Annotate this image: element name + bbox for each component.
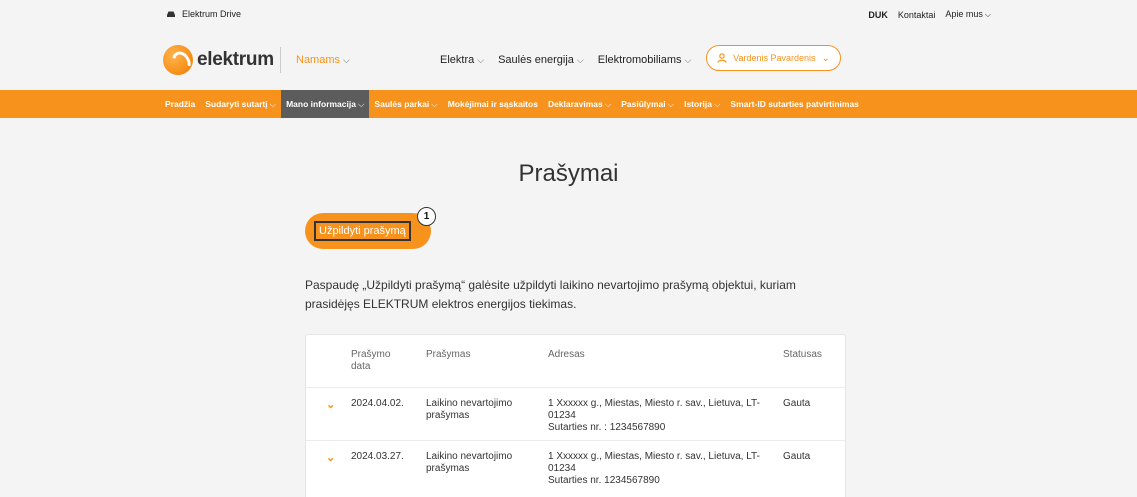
nav-pradzia[interactable]: Pradžia bbox=[160, 90, 200, 118]
row-request: Laikino nevartojimo prašymas bbox=[426, 451, 513, 474]
nav-mokejimai-label: Mokėjimai ir sąskaitos bbox=[447, 99, 538, 109]
row-address-text: 1 Xxxxxx g., Miestas, Miesto r. sav., Li… bbox=[548, 398, 760, 421]
fill-request-button[interactable]: Užpildyti prašymą bbox=[305, 213, 431, 249]
chevron-down-icon: ⌵ bbox=[667, 99, 675, 109]
expand-chevron-icon[interactable]: ⌄ bbox=[326, 451, 336, 464]
nav-mano-informacija[interactable]: Mano informacija ⌵ bbox=[281, 90, 370, 118]
apie-mus-label: Apie mus bbox=[945, 9, 983, 19]
row-address-text: 1 Xxxxxx g., Miestas, Miesto r. sav., Li… bbox=[548, 451, 760, 474]
chevron-down-icon: ⌵ bbox=[576, 55, 584, 65]
nav-saules-parkai[interactable]: Saulės parkai ⌵ bbox=[369, 90, 442, 118]
chevron-down-icon: ⌵ bbox=[604, 99, 612, 109]
nav-deklaravimas[interactable]: Deklaravimas ⌵ bbox=[543, 90, 616, 118]
elektrum-logo-icon bbox=[163, 45, 193, 75]
header-address: Adresas bbox=[548, 349, 585, 360]
table-row[interactable]: ⌄ 2024.03.27. Laikino nevartojimo prašym… bbox=[306, 440, 845, 492]
nav-elektromobiliams-label: Elektromobiliams bbox=[597, 54, 682, 66]
row-status: Gauta bbox=[783, 398, 811, 409]
nav-elektromobiliams[interactable]: Elektromobiliams ⌵ bbox=[598, 54, 692, 66]
user-name: Vardenis Pavardenis bbox=[733, 53, 816, 63]
logo-text: elektrum bbox=[197, 49, 274, 70]
row-address: 1 Xxxxxx g., Miestas, Miesto r. sav., Li… bbox=[548, 451, 768, 487]
row-date: 2024.03.27. bbox=[351, 451, 404, 462]
row-contract: Sutarties nr. 1234567890 bbox=[548, 475, 660, 486]
row-address: 1 Xxxxxx g., Miestas, Miesto r. sav., Li… bbox=[548, 398, 768, 434]
chevron-down-icon: ⌵ bbox=[684, 55, 692, 65]
user-icon bbox=[717, 53, 727, 63]
chevron-down-icon: ⌵ bbox=[343, 55, 350, 65]
chevron-down-icon: ⌵ bbox=[477, 55, 485, 65]
row-request: Laikino nevartojimo prašymas bbox=[426, 398, 513, 421]
main-nav: Elektra ⌵ Saulės energija ⌵ Elektromobilia… bbox=[440, 54, 691, 66]
kontaktai-link[interactable]: Kontaktai bbox=[898, 10, 936, 20]
row-status: Gauta bbox=[783, 451, 811, 462]
header-status: Statusas bbox=[783, 349, 822, 360]
main-header: elektrum Namams ⌵ Elektra ⌵ Saulės energij… bbox=[0, 28, 1137, 90]
utility-bar: Elektrum Drive DUK Kontaktai Apie mus ⌵ bbox=[0, 0, 1137, 28]
chevron-down-icon: ⌵ bbox=[984, 10, 991, 19]
car-icon bbox=[167, 11, 175, 17]
nav-saules-parkai-label: Saulės parkai bbox=[374, 99, 430, 109]
apie-mus-link[interactable]: Apie mus ⌵ bbox=[945, 9, 991, 20]
elektrum-drive-label: Elektrum Drive bbox=[182, 9, 242, 19]
account-nav: Pradžia Sudaryti sutartį ⌵ Mano informaci… bbox=[0, 90, 1137, 118]
elektrum-drive-link[interactable]: Elektrum Drive bbox=[166, 9, 241, 19]
description-text: Paspaudę „Užpildyti prašymą“ galėsite už… bbox=[305, 278, 796, 311]
chevron-down-icon: ⌵ bbox=[431, 99, 438, 109]
step-badge: 1 bbox=[417, 207, 436, 226]
nav-sudaryti-sutarti-label: Sudaryti sutartį bbox=[205, 99, 268, 109]
fill-request-label: Užpildyti prašymą bbox=[314, 221, 411, 241]
nav-istorija-label: Istorija bbox=[684, 99, 712, 109]
nav-istorija[interactable]: Istorija ⌵ bbox=[679, 90, 725, 118]
header-divider bbox=[280, 47, 281, 73]
nav-elektra[interactable]: Elektra ⌵ bbox=[440, 54, 484, 66]
nav-mano-informacija-label: Mano informacija bbox=[286, 99, 356, 109]
nav-smart-id-label: Smart-ID sutarties patvirtinimas bbox=[730, 99, 859, 109]
nav-saules-energija-label: Saulės energija bbox=[498, 54, 574, 66]
table-row[interactable]: ⌄ 2024.04.02. Laikino nevartojimo prašym… bbox=[306, 387, 845, 439]
elektrum-logo[interactable]: elektrum bbox=[163, 45, 274, 75]
nav-smart-id[interactable]: Smart-ID sutarties patvirtinimas bbox=[725, 90, 863, 118]
segment-label: Namams bbox=[296, 54, 341, 66]
nav-pasiulymai[interactable]: Pasiūlymai ⌵ bbox=[616, 90, 679, 118]
page-title: Prašymai bbox=[518, 160, 619, 187]
header-request: Prašymas bbox=[426, 349, 471, 360]
nav-sudaryti-sutarti[interactable]: Sudaryti sutartį ⌵ bbox=[200, 90, 281, 118]
nav-pasiulymai-label: Pasiūlymai bbox=[621, 99, 666, 109]
chevron-down-icon: ⌵ bbox=[357, 99, 365, 109]
requests-table: Prašymo data Prašymas Adresas Statusas ⌄… bbox=[305, 334, 846, 497]
nav-mokejimai[interactable]: Mokėjimai ir sąskaitos bbox=[443, 90, 543, 118]
segment-selector[interactable]: Namams ⌵ bbox=[296, 54, 350, 66]
header-date: Prašymo data bbox=[351, 349, 391, 372]
chevron-down-icon: ⌄ bbox=[821, 52, 830, 64]
utility-links: DUK Kontaktai Apie mus ⌵ bbox=[868, 9, 991, 20]
nav-pradzia-label: Pradžia bbox=[165, 99, 196, 109]
duk-link[interactable]: DUK bbox=[868, 10, 888, 20]
row-contract: Sutarties nr. : 1234567890 bbox=[548, 422, 666, 433]
nav-elektra-label: Elektra bbox=[440, 54, 475, 66]
chevron-down-icon: ⌵ bbox=[269, 99, 277, 109]
chevron-down-icon: ⌵ bbox=[713, 99, 721, 109]
nav-saules-energija[interactable]: Saulės energija ⌵ bbox=[498, 54, 584, 66]
expand-chevron-icon[interactable]: ⌄ bbox=[326, 398, 336, 411]
user-menu-button[interactable]: Vardenis Pavardenis ⌄ bbox=[706, 45, 841, 71]
nav-deklaravimas-label: Deklaravimas bbox=[547, 99, 603, 109]
row-date: 2024.04.02. bbox=[351, 398, 404, 409]
